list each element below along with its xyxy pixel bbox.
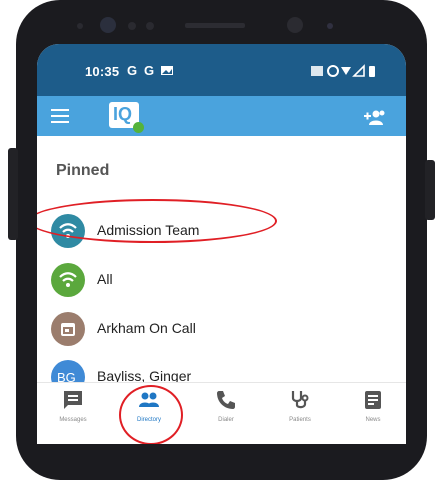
logo-text: IQ: [113, 104, 133, 124]
nav-label: Dialer: [218, 417, 234, 423]
status-time: 10:35: [85, 64, 120, 79]
contact-name: Arkham On Call: [97, 320, 196, 336]
phone-sensors: [77, 17, 333, 33]
wifi-icon: [59, 272, 77, 287]
phone-screen: 10:35 G G IQ Pinned Admission Team All A…: [37, 44, 406, 444]
online-dot: [133, 122, 144, 133]
contact-row-arkham-on-call[interactable]: Arkham On Call: [51, 308, 391, 348]
nav-label: Patients: [289, 417, 311, 423]
calendar-icon: [61, 323, 75, 336]
phone-side-button-right: [425, 160, 435, 220]
status-icons: [311, 64, 375, 77]
status-g-icon: G: [127, 63, 138, 78]
annotation-oval-admission: [37, 199, 277, 243]
stethoscope-icon: [291, 391, 309, 409]
news-icon: [365, 391, 381, 409]
annotation-oval-directory: [119, 385, 183, 444]
app-bar: IQ: [37, 96, 406, 136]
phone-icon: [217, 391, 235, 409]
section-title-pinned: Pinned: [56, 162, 110, 179]
nav-label: Messages: [59, 417, 87, 423]
image-icon: [161, 66, 173, 75]
avatar: [51, 312, 85, 346]
app-logo: IQ: [109, 102, 145, 134]
add-user-icon[interactable]: [362, 108, 386, 126]
nav-label: News: [365, 417, 381, 423]
status-g-icon-2: G: [144, 63, 155, 78]
contact-row-all[interactable]: All: [51, 259, 391, 299]
status-bar: 10:35 G G: [37, 44, 406, 96]
message-icon: [64, 391, 82, 409]
bottom-navigation: Messages Directory Dialer Patients News: [37, 382, 406, 444]
menu-icon[interactable]: [51, 109, 69, 123]
contact-name: All: [97, 271, 113, 287]
avatar: [51, 263, 85, 297]
phone-side-button: [8, 148, 18, 240]
